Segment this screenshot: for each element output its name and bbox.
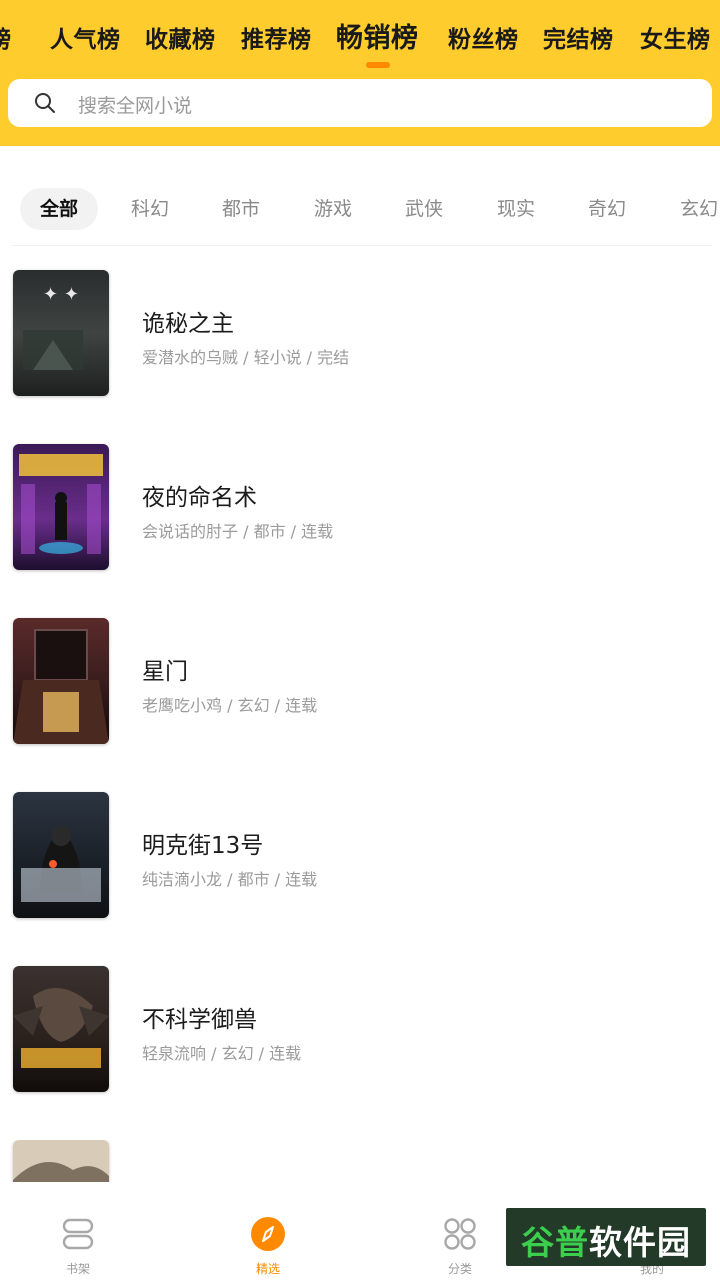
book-meta: 纯洁滴小龙 / 都市 / 连载: [142, 870, 318, 889]
category-filter: 全部 科幻 都市 游戏 武侠 现实 奇幻 玄幻: [0, 188, 720, 234]
book-meta: 爱潜水的乌贼 / 轻小说 / 完结: [142, 348, 350, 367]
svg-text:✦ ✦: ✦ ✦: [43, 284, 79, 305]
rank-tab-finished[interactable]: 完结榜: [543, 20, 614, 54]
active-tab-indicator: [366, 62, 390, 68]
book-cover: [13, 444, 109, 570]
book-cover: [13, 1140, 109, 1182]
category-game[interactable]: 游戏: [314, 188, 352, 230]
nav-featured[interactable]: 精选: [208, 1182, 328, 1280]
category-fantasy[interactable]: 奇幻: [588, 188, 626, 230]
nav-label: 精选: [255, 1262, 280, 1276]
book-cover: [13, 966, 109, 1092]
book-list-item[interactable]: 明克街13号 纯洁滴小龙 / 都市 / 连载: [0, 792, 720, 918]
book-title: 诡秘之主: [142, 311, 234, 337]
nav-label: 书架: [65, 1262, 90, 1276]
rank-tab-fans[interactable]: 粉丝榜: [448, 20, 519, 54]
rank-tab-partial[interactable]: 榜: [0, 20, 12, 54]
rank-tab-popular[interactable]: 人气榜: [50, 20, 121, 54]
category-all[interactable]: 全部: [20, 188, 98, 230]
book-meta: 老鹰吃小鸡 / 玄幻 / 连载: [142, 696, 318, 715]
rank-tabs: 榜 人气榜 收藏榜 推荐榜 畅销榜 粉丝榜 完结榜 女生榜: [0, 0, 720, 72]
book-cover: ✦ ✦: [13, 270, 109, 396]
category-urban[interactable]: 都市: [222, 188, 260, 230]
nav-label: 分类: [447, 1262, 472, 1276]
rank-tab-female[interactable]: 女生榜: [640, 20, 711, 54]
search-input[interactable]: 搜索全网小说: [8, 79, 712, 127]
watermark-text: 谷普软件园: [521, 1223, 691, 1262]
book-title: 夜的命名术: [142, 485, 257, 511]
rank-tab-recommended[interactable]: 推荐榜: [241, 20, 312, 54]
compass-icon: [251, 1217, 285, 1251]
book-title: 星门: [142, 659, 188, 685]
divider: [12, 245, 712, 246]
book-meta: 会说话的肘子 / 都市 / 连载: [142, 522, 334, 541]
rank-tab-bestselling[interactable]: 畅销榜: [336, 16, 419, 55]
book-list-item[interactable]: ✦ ✦ 诡秘之主 爱潜水的乌贼 / 轻小说 / 完结: [0, 270, 720, 396]
book-cover: [13, 618, 109, 744]
category-wuxia[interactable]: 武侠: [405, 188, 443, 230]
bookshelf-icon: [62, 1218, 94, 1250]
category-xuanhuan[interactable]: 玄幻: [680, 188, 718, 230]
watermark-logo: 谷普软件园: [506, 1208, 706, 1266]
category-grid-icon: [444, 1218, 476, 1250]
book-title: 不科学御兽: [142, 1007, 257, 1033]
book-meta: 轻泉流响 / 玄幻 / 连载: [142, 1044, 302, 1063]
rank-tab-favorites[interactable]: 收藏榜: [145, 20, 216, 54]
book-cover: [13, 792, 109, 918]
nav-bookshelf[interactable]: 书架: [18, 1182, 138, 1280]
book-title: 明克街13号: [142, 833, 264, 859]
book-list-item[interactable]: [0, 1140, 720, 1182]
category-reality[interactable]: 现实: [497, 188, 535, 230]
nav-category[interactable]: 分类: [400, 1182, 520, 1280]
top-header: 榜 人气榜 收藏榜 推荐榜 畅销榜 粉丝榜 完结榜 女生榜 搜索全网小说: [0, 0, 720, 146]
search-placeholder: 搜索全网小说: [78, 95, 193, 117]
search-icon: [35, 93, 55, 113]
book-list-item[interactable]: 不科学御兽 轻泉流响 / 玄幻 / 连载: [0, 966, 720, 1092]
category-scifi[interactable]: 科幻: [131, 188, 169, 230]
book-list-item[interactable]: 星门 老鹰吃小鸡 / 玄幻 / 连载: [0, 618, 720, 744]
book-list-item[interactable]: 夜的命名术 会说话的肘子 / 都市 / 连载: [0, 444, 720, 570]
